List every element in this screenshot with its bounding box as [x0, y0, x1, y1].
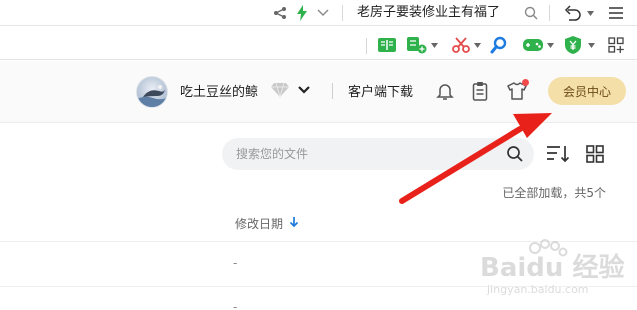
scissors-icon[interactable] [450, 30, 472, 60]
menu-icon[interactable] [605, 0, 627, 26]
chevron-down-icon[interactable] [297, 81, 311, 102]
chevron-down-icon[interactable] [585, 0, 595, 26]
divider [342, 5, 343, 21]
chevron-down-icon[interactable] [545, 30, 555, 60]
search-icon[interactable] [488, 30, 510, 60]
svg-text:Baidu 经验: Baidu 经验 [480, 252, 624, 283]
news-headline-link[interactable]: 老房子要装修业主有福了 [357, 0, 500, 26]
search-icon[interactable] [522, 0, 540, 26]
sort-down-arrow-icon [289, 216, 299, 231]
reader-icon[interactable] [376, 30, 398, 60]
sort-list-icon[interactable] [546, 143, 570, 165]
vip-center-button[interactable]: 会员中心 [548, 77, 626, 105]
column-header-label: 修改日期 [235, 217, 284, 231]
client-download-link[interactable]: 客户端下载 [348, 81, 413, 100]
chevron-down-icon[interactable] [586, 30, 596, 60]
divider [332, 83, 333, 99]
extensions-bar [0, 30, 637, 60]
chevron-down-icon[interactable] [314, 0, 332, 26]
divider [366, 38, 367, 54]
divider [549, 5, 550, 21]
avatar[interactable] [136, 76, 168, 108]
diamond-icon [270, 82, 290, 101]
shield-yen-icon[interactable] [562, 30, 584, 60]
notification-dot [522, 79, 529, 86]
column-header-modified[interactable]: 修改日期 [235, 215, 299, 232]
table-row-modified: - [233, 300, 238, 310]
grid-view-icon[interactable] [583, 143, 607, 165]
lightning-icon[interactable] [293, 0, 311, 26]
undo-icon[interactable] [562, 0, 584, 26]
username-link[interactable]: 吃土豆丝的鲸 [180, 81, 258, 100]
search-icon[interactable] [506, 145, 524, 166]
search-input[interactable] [236, 138, 496, 170]
load-status-text: 已全部加载，共5个 [502, 186, 606, 200]
add-app-icon[interactable] [405, 30, 429, 60]
chevron-down-icon[interactable] [429, 30, 439, 60]
app-header: 吃土豆丝的鲸 客户端下载 会员中心 [0, 61, 637, 123]
clipboard-icon[interactable] [469, 80, 491, 102]
apps-icon[interactable] [605, 30, 627, 60]
browser-title-bar: 老房子要装修业主有福了 [0, 0, 637, 26]
tshirt-icon[interactable] [506, 79, 529, 102]
file-search-box[interactable] [222, 138, 534, 170]
gamepad-icon[interactable] [521, 30, 545, 60]
share-icon[interactable] [270, 0, 290, 26]
table-row-modified: - [233, 256, 238, 270]
bell-icon[interactable] [434, 80, 456, 102]
svg-text:jingyan.baidu.com: jingyan.baidu.com [486, 283, 589, 296]
baidu-jingyan-watermark: Baidu 经验 jingyan.baidu.com [475, 238, 625, 298]
chevron-down-icon[interactable] [472, 30, 482, 60]
